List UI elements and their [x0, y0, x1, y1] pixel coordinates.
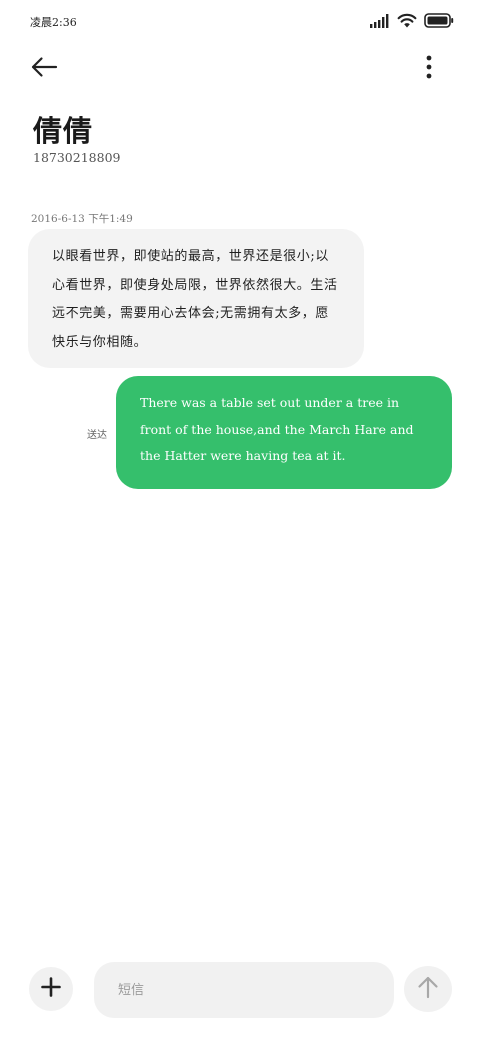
contact-number[interactable]: 18730218809	[33, 150, 120, 165]
battery-icon	[424, 13, 454, 32]
message-timestamp: 2016-6-13 下午1:49	[31, 213, 133, 225]
outgoing-message-bubble[interactable]: There was a table set out under a tree i…	[116, 376, 452, 489]
arrow-up-icon	[417, 975, 439, 1003]
more-vertical-icon	[426, 55, 432, 83]
incoming-message-text: 以眼看世界，即使站的最高，世界还是很小;以心看世界，即使身处局限，世界依然很大。…	[52, 249, 338, 350]
back-button[interactable]	[30, 52, 74, 86]
delivery-status: 送达	[87, 430, 107, 441]
status-time: 凌晨2:36	[30, 16, 77, 29]
wifi-icon	[397, 13, 417, 32]
send-button[interactable]	[404, 966, 452, 1012]
arrow-left-icon	[30, 56, 58, 82]
outgoing-message-text: There was a table set out under a tree i…	[140, 395, 414, 463]
plus-icon	[41, 977, 61, 1001]
signal-icon	[370, 13, 390, 32]
more-options-button[interactable]	[414, 52, 444, 86]
incoming-message-bubble[interactable]: 以眼看世界，即使站的最高，世界还是很小;以心看世界，即使身处局限，世界依然很大。…	[28, 229, 364, 368]
contact-name: 倩倩	[33, 114, 94, 148]
status-icons	[370, 13, 454, 32]
add-attachment-button[interactable]	[29, 967, 73, 1011]
message-input[interactable]	[94, 962, 394, 1018]
status-bar: 凌晨2:36	[0, 0, 480, 44]
